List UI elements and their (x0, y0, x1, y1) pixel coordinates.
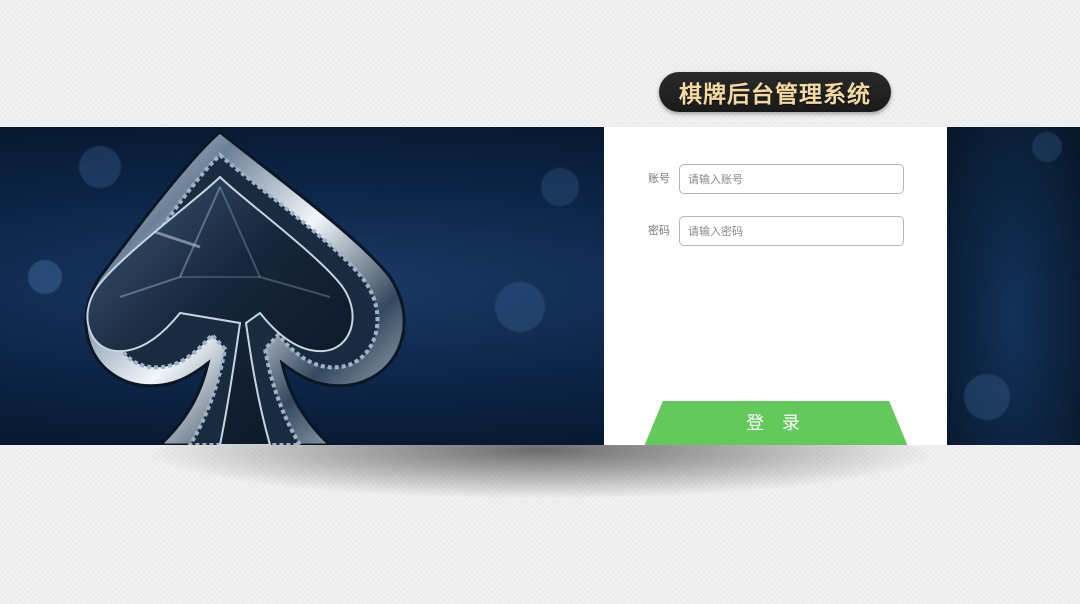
password-input[interactable] (679, 216, 904, 246)
account-input[interactable] (679, 164, 904, 194)
login-panel: 账号 密码 登 录 (604, 127, 947, 445)
account-row: 账号 (604, 164, 947, 194)
password-row: 密码 (604, 216, 947, 246)
account-label: 账号 (648, 172, 670, 185)
spade-icon (84, 130, 406, 445)
page-title: 棋牌后台管理系统 (659, 72, 891, 112)
banner-right-panel (947, 127, 1080, 445)
password-label: 密码 (648, 224, 670, 237)
login-button[interactable]: 登 录 (638, 401, 914, 445)
